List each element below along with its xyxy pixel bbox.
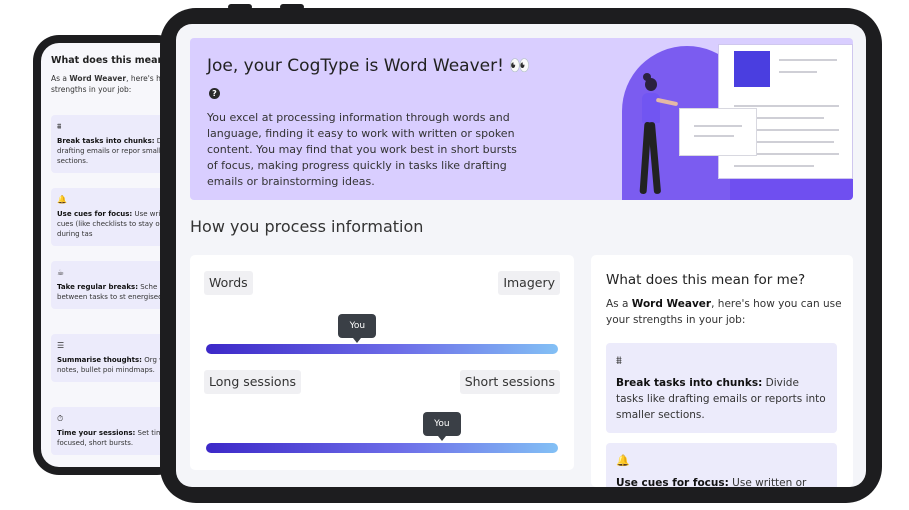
bell-icon: 🔔 — [616, 454, 630, 467]
hero-banner: Joe, your CogType is Word Weaver! 👀 ? Yo… — [190, 38, 853, 200]
info-icon[interactable]: ? — [209, 88, 220, 99]
layers-icon: ⩩ — [616, 354, 622, 367]
meaning-title: What does this mean for me? — [606, 272, 806, 288]
person-illustration-head — [645, 78, 657, 91]
document-line — [779, 59, 837, 61]
tip-card: 🔔 Use cues for focus: Use written or — [606, 443, 837, 487]
scale-right-label: Imagery — [498, 271, 560, 295]
tip-card: ⩩ Break tasks into chunks: Divide tasks … — [606, 343, 837, 433]
scale-left-label: Long sessions — [204, 370, 302, 394]
scale-track — [206, 443, 558, 453]
document-line — [734, 105, 839, 107]
document-image-block — [734, 51, 770, 87]
you-marker: You — [338, 314, 377, 343]
document-line — [779, 71, 817, 73]
tablet-hardware-button — [228, 4, 252, 10]
section-title: How you process information — [190, 217, 424, 236]
scale-left-label: Words — [204, 271, 253, 295]
meaning-card: What does this mean for me? As a Word We… — [591, 255, 853, 487]
scale-track — [206, 344, 558, 354]
document-line — [734, 165, 814, 167]
tablet-device: Joe, your CogType is Word Weaver! 👀 ? Yo… — [160, 4, 882, 503]
device-mockup-stage: What does this mean f As a Word Weaver, … — [0, 0, 909, 510]
document-line — [694, 125, 742, 127]
processing-card: Words Imagery You Long sessions Short se… — [190, 255, 574, 470]
you-marker: You — [422, 412, 461, 441]
scale-right-label: Short sessions — [459, 370, 560, 394]
note-illustration — [679, 108, 757, 156]
hero-description: You excel at processing information thro… — [207, 111, 517, 188]
tablet-hardware-button — [280, 4, 304, 10]
tablet-screen: Joe, your CogType is Word Weaver! 👀 ? Yo… — [176, 24, 866, 487]
hero-title: Joe, your CogType is Word Weaver! 👀 — [207, 56, 531, 76]
document-line — [694, 135, 734, 137]
meaning-intro: As a Word Weaver, here's how you can use… — [606, 298, 842, 326]
